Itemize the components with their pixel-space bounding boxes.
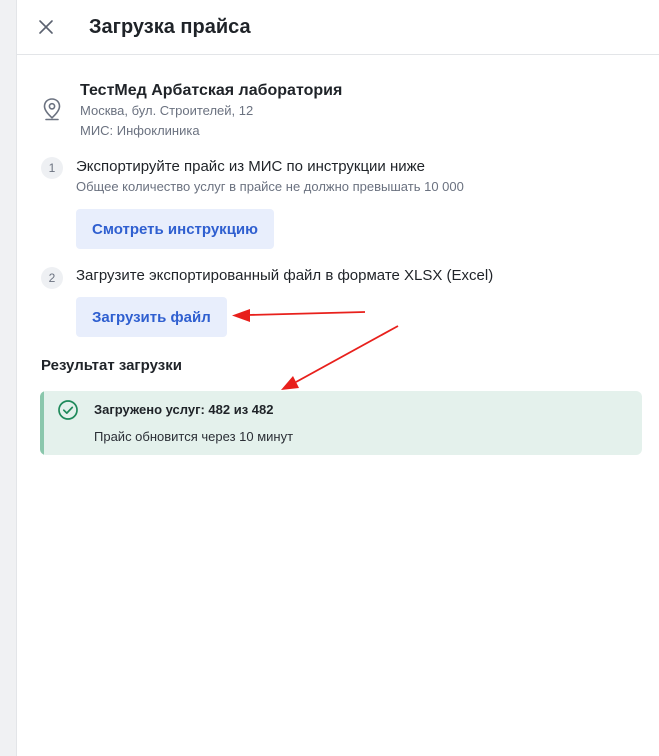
step-2-number: 2: [41, 267, 63, 289]
panel-header: Загрузка прайса: [17, 0, 659, 55]
step-1-text: Экспортируйте прайс из МИС по инструкции…: [76, 158, 426, 175]
page-title: Загрузка прайса: [89, 16, 251, 38]
clinic-name: ТестМед Арбатская лаборатория: [80, 82, 343, 99]
close-icon: [39, 20, 53, 34]
step-1-hint: Общее количество услуг в прайсе не должн…: [76, 179, 464, 194]
result-section-title: Результат загрузки: [41, 357, 182, 374]
result-subtitle: Прайс обновится через 10 минут: [94, 429, 294, 444]
upload-file-button[interactable]: Загрузить файл: [76, 297, 227, 337]
upload-price-panel: Загрузка прайса ТестМед Арбатская лабора…: [16, 0, 659, 756]
result-title: Загружено услуг: 482 из 482: [94, 402, 274, 417]
close-button[interactable]: [33, 14, 59, 40]
upload-result-alert: Загружено услуг: 482 из 482 Прайс обнови…: [40, 391, 642, 455]
check-circle-icon: [58, 400, 78, 420]
clinic-mis: МИС: Инфоклиника: [80, 123, 200, 138]
clinic-address: Москва, бул. Строителей, 12: [80, 103, 254, 118]
step-2-text: Загрузите экспортированный файл в формат…: [76, 267, 494, 284]
step-1-number: 1: [41, 157, 63, 179]
view-instruction-button[interactable]: Смотреть инструкцию: [76, 209, 274, 249]
result-accent-bar: [40, 391, 44, 455]
location-pin-icon: [43, 98, 61, 121]
